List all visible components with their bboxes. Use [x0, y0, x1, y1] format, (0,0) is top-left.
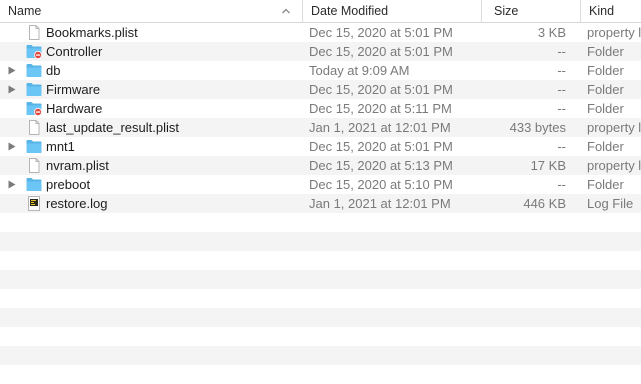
file-kind: Folder	[587, 44, 624, 59]
file-date-modified: Jan 1, 2021 at 12:01 PM	[309, 196, 451, 211]
log-file-icon	[28, 196, 40, 211]
file-size: --	[557, 101, 566, 116]
file-name: Controller	[46, 44, 103, 59]
file-row[interactable]: Hardware Dec 15, 2020 at 5:11 PM -- Folder	[0, 99, 641, 118]
file-row[interactable]: nvram.plist Dec 15, 2020 at 5:13 PM 17 KB p…	[0, 156, 641, 175]
file-kind: Log File	[587, 196, 634, 211]
file-date-modified: Today at 9:09 AM	[309, 63, 410, 78]
restricted-folder-icon	[26, 45, 42, 59]
column-header-name-label: Name	[8, 4, 42, 18]
file-size: --	[557, 63, 566, 78]
file-name: Firmware	[46, 82, 101, 97]
file-size: --	[557, 82, 566, 97]
file-date-modified: Dec 15, 2020 at 5:01 PM	[309, 82, 453, 97]
folder-icon	[26, 140, 42, 153]
file-kind: Folder	[587, 139, 624, 154]
file-name: db	[46, 63, 61, 78]
column-header-date[interactable]: Date Modified	[302, 0, 480, 22]
file-date-modified: Dec 15, 2020 at 5:01 PM	[309, 139, 453, 154]
file-row[interactable]: mnt1 Dec 15, 2020 at 5:01 PM -- Folder	[0, 137, 641, 156]
file-row[interactable]: restore.log Jan 1, 2021 at 12:01 PM 446 KB…	[0, 194, 641, 213]
empty-row	[0, 289, 641, 308]
file-kind: Folder	[587, 101, 624, 116]
file-date-modified: Dec 15, 2020 at 5:11 PM	[309, 101, 452, 116]
file-size: 17 KB	[530, 158, 566, 173]
file-name: last_update_result.plist	[46, 120, 179, 135]
empty-row	[0, 365, 641, 384]
file-name: Hardware	[46, 101, 103, 116]
file-size: 446 KB	[523, 196, 566, 211]
folder-icon	[26, 64, 42, 77]
disclosure-triangle-icon[interactable]	[8, 142, 16, 151]
file-row[interactable]: preboot Dec 15, 2020 at 5:10 PM -- Folder	[0, 175, 641, 194]
file-kind: property list	[587, 25, 641, 40]
file-name: Bookmarks.plist	[46, 25, 138, 40]
disclosure-triangle-icon[interactable]	[8, 66, 16, 75]
document-icon	[29, 158, 40, 173]
column-header-date-label: Date Modified	[311, 4, 389, 18]
file-row[interactable]: Bookmarks.plist Dec 15, 2020 at 5:01 PM 3 …	[0, 23, 641, 42]
file-kind: Folder	[587, 82, 624, 97]
column-header-kind[interactable]: Kind	[580, 0, 641, 22]
file-date-modified: Dec 15, 2020 at 5:13 PM	[309, 158, 453, 173]
file-row[interactable]: db Today at 9:09 AM -- Folder	[0, 61, 641, 80]
column-header-kind-label: Kind	[589, 4, 615, 18]
empty-row	[0, 327, 641, 346]
file-size: 433 bytes	[509, 120, 566, 135]
file-size: --	[557, 139, 566, 154]
column-header-size-label: Size	[494, 4, 519, 18]
column-header-name[interactable]: Name	[0, 0, 300, 22]
file-row[interactable]: last_update_result.plist Jan 1, 2021 at 1…	[0, 118, 641, 137]
file-kind: property list	[587, 158, 641, 173]
folder-icon	[26, 178, 42, 191]
file-size: 3 KB	[537, 25, 566, 40]
chevron-up-icon[interactable]	[281, 6, 291, 16]
empty-row	[0, 308, 641, 327]
document-icon	[29, 120, 40, 135]
column-header-size[interactable]: Size	[481, 0, 581, 22]
file-size: --	[557, 177, 566, 192]
restricted-folder-icon	[26, 102, 42, 116]
file-kind: Folder	[587, 177, 624, 192]
folder-icon	[26, 83, 42, 96]
file-kind: Folder	[587, 63, 624, 78]
file-name: preboot	[46, 177, 91, 192]
document-icon	[29, 25, 40, 40]
empty-row	[0, 346, 641, 365]
disclosure-triangle-icon[interactable]	[8, 85, 16, 94]
file-name: nvram.plist	[46, 158, 109, 173]
file-date-modified: Dec 15, 2020 at 5:01 PM	[309, 44, 453, 59]
column-header-bar: Name Date Modified Size Kind	[0, 0, 641, 23]
file-date-modified: Dec 15, 2020 at 5:01 PM	[309, 25, 453, 40]
file-size: --	[557, 44, 566, 59]
file-name: mnt1	[46, 139, 75, 154]
empty-row	[0, 213, 641, 232]
file-kind: property list	[587, 120, 641, 135]
file-date-modified: Jan 1, 2021 at 12:01 PM	[309, 120, 451, 135]
empty-row	[0, 232, 641, 251]
file-name: restore.log	[46, 196, 108, 211]
empty-row	[0, 270, 641, 289]
disclosure-triangle-icon[interactable]	[8, 180, 16, 189]
file-row[interactable]: Controller Dec 15, 2020 at 5:01 PM -- Folde…	[0, 42, 641, 61]
file-row[interactable]: Firmware Dec 15, 2020 at 5:01 PM -- Folder	[0, 80, 641, 99]
file-date-modified: Dec 15, 2020 at 5:10 PM	[309, 177, 453, 192]
empty-row	[0, 251, 641, 270]
